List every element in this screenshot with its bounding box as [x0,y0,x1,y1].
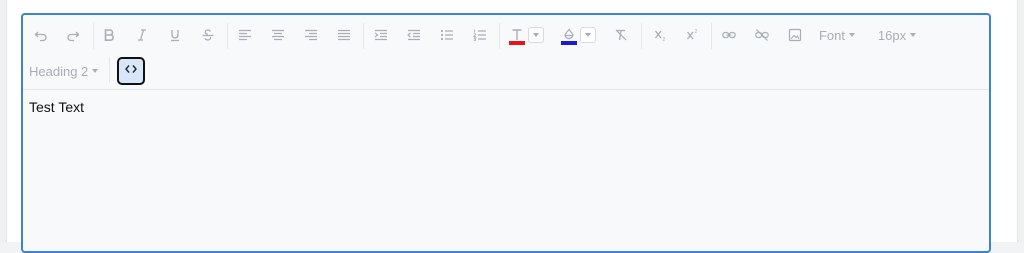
image-icon [788,28,802,42]
outdent-button[interactable] [402,21,426,49]
chevron-down-icon [910,33,917,37]
unlink-button[interactable] [750,21,774,49]
numbered-list-icon [473,29,487,41]
bold-icon [103,28,115,42]
italic-button[interactable] [130,21,154,49]
link-button[interactable] [717,21,741,49]
align-center-icon [271,29,285,41]
italic-icon [136,28,148,42]
subscript-icon: 2 [654,28,668,42]
bullet-list-icon [440,29,454,41]
bullet-list-button[interactable] [435,21,459,49]
align-justify-button[interactable] [332,21,356,49]
align-right-icon [304,29,318,41]
highlight-color-icon [562,28,576,42]
superscript-icon: 2 [686,28,700,42]
strikethrough-icon [201,28,215,42]
text-color-swatch [509,41,525,45]
svg-text:2: 2 [695,29,698,35]
toolbar-divider [711,23,712,49]
highlight-color-dropdown[interactable] [580,27,596,43]
subscript-button[interactable]: 2 [649,21,673,49]
align-left-button[interactable] [233,21,257,49]
source-code-icon [124,62,138,80]
chevron-down-icon [92,69,99,73]
highlight-color-swatch [561,41,577,45]
undo-button[interactable] [29,21,53,49]
indent-icon [374,29,388,41]
strikethrough-button[interactable] [196,21,220,49]
chevron-down-icon [533,33,539,37]
align-center-button[interactable] [266,21,290,49]
toolbar-divider [499,23,500,49]
chevron-down-icon [849,33,855,37]
toolbar-divider [227,23,228,49]
bold-button[interactable] [97,21,121,49]
superscript-button[interactable]: 2 [681,21,705,49]
chevron-down-icon [585,33,591,37]
underline-button[interactable] [163,21,187,49]
font-family-label: Font [818,27,845,43]
clear-format-icon [614,28,628,42]
align-left-icon [238,29,252,41]
link-icon [722,29,736,41]
heading-label: Heading 2 [29,63,89,79]
redo-button[interactable] [61,21,85,49]
source-code-button[interactable] [117,57,145,85]
font-size-label: 16px [877,27,907,43]
toolbar-divider [93,23,94,49]
svg-text:2: 2 [663,37,666,42]
align-justify-icon [337,29,351,41]
unlink-icon [755,28,769,42]
undo-icon [34,28,48,42]
font-family-dropdown[interactable]: Font [815,21,859,49]
text-color-dropdown[interactable] [528,27,544,43]
redo-icon [66,28,80,42]
text-color-icon [511,28,523,42]
toolbar-divider [641,23,642,49]
rich-text-editor[interactable]: 2 2 Font 16px Heading 2 Test Text [21,13,991,253]
clear-format-button[interactable] [609,21,633,49]
numbered-list-button[interactable] [468,21,492,49]
toolbar-divider [109,57,110,83]
font-size-dropdown[interactable]: 16px [873,21,921,49]
align-right-button[interactable] [299,21,323,49]
underline-icon [169,28,181,42]
toolbar-divider [363,23,364,49]
outdent-icon [407,29,421,41]
editor-content[interactable]: Test Text [29,99,84,115]
indent-button[interactable] [369,21,393,49]
editor-toolbar: 2 2 Font 16px Heading 2 [23,15,989,90]
image-button[interactable] [783,21,807,49]
heading-dropdown[interactable]: Heading 2 [29,57,99,85]
